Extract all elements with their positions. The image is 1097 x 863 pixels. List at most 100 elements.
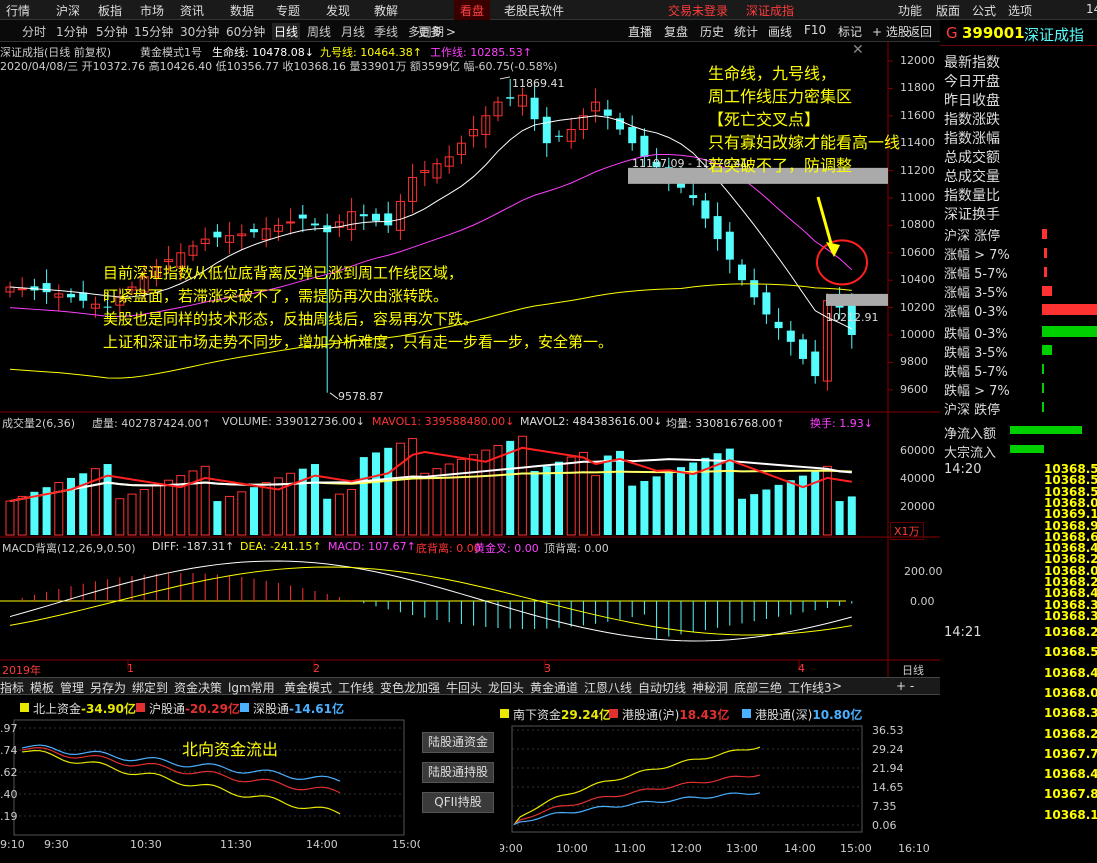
- menu-layout[interactable]: 版面: [936, 2, 960, 19]
- toolbar-mark[interactable]: 标记: [838, 23, 862, 40]
- breadth-bar: [1042, 383, 1044, 393]
- volume-bar-up: [591, 475, 601, 536]
- menu-item[interactable]: 发现: [326, 2, 350, 19]
- candle-body-down: [762, 292, 771, 315]
- func-tab[interactable]: 黄金通道: [530, 679, 578, 696]
- menu-item[interactable]: 行情: [6, 2, 30, 19]
- func-tab[interactable]: 模板: [30, 679, 54, 696]
- menu-item[interactable]: 教解: [374, 2, 398, 19]
- tick-price: 10368.1: [1044, 807, 1097, 822]
- volume-bar-up: [395, 442, 405, 536]
- menu-func[interactable]: 功能: [898, 2, 922, 19]
- time-m1: 1: [127, 662, 134, 675]
- menu-formula[interactable]: 公式: [972, 2, 996, 19]
- time-m3: 3: [544, 662, 551, 675]
- func-tab[interactable]: 底部三绝: [734, 679, 782, 696]
- hk-connect-hold-button[interactable]: 陆股通持股: [422, 762, 494, 783]
- func-tab[interactable]: 工作线: [338, 679, 374, 696]
- func-tab[interactable]: 黄金模式: [284, 679, 332, 696]
- breadth-row: 涨幅 5-7%: [944, 267, 1008, 282]
- menu-item-kanpan[interactable]: 看盘: [454, 0, 491, 20]
- volume-bar-up: [200, 465, 210, 536]
- breadth-bar: [1042, 229, 1047, 239]
- time-period: 日线: [902, 664, 924, 677]
- candle-body-down: [738, 264, 746, 281]
- legend-item: 港股通(沪)18.43亿: [622, 708, 730, 722]
- time-m4: 4: [798, 662, 805, 675]
- breadth-row: 跌幅 5-7%: [944, 365, 1008, 380]
- tick-price: 10367.7: [1044, 746, 1097, 761]
- north-x-tick: 15:00: [392, 838, 420, 851]
- annotation-top: 生命线，九号线， 周工作线压力密集区 【死亡交叉点】 只有寡妇改嫁才能看高一线 …: [708, 64, 901, 175]
- volume-bar-down: [738, 498, 746, 535]
- period-more[interactable]: 更多 >: [418, 23, 456, 40]
- south-y-tick: 14.65: [872, 781, 904, 794]
- func-tab[interactable]: 资金决策: [174, 679, 222, 696]
- south-flow-chart[interactable]: 36.53 29.24 21.94 14.65 7.35 0.06 9:00 10:00 11:…: [500, 722, 940, 863]
- north-flow-chart[interactable]: .97 .74 .62 .40 .19 9:10 9:30 10:30 11:30 14:00 15…: [0, 716, 420, 863]
- func-tab[interactable]: >: [832, 679, 842, 693]
- func-tab[interactable]: 牛回头: [446, 679, 482, 696]
- menu-corner: 14: [1086, 2, 1097, 16]
- volume-bar-down: [652, 476, 661, 535]
- hk-connect-fund-button[interactable]: 陆股通资金: [422, 732, 494, 753]
- toolbar-live[interactable]: 直播: [628, 23, 652, 40]
- vol-axis-40000: 40000: [900, 472, 935, 485]
- vol-axis-20000: 20000: [900, 500, 935, 513]
- high-price-label: 11869.41: [512, 77, 565, 90]
- avg-volume: 均量: 330816768.00↑: [666, 417, 785, 430]
- menu-item[interactable]: 沪深: [56, 2, 80, 19]
- breadth-bar: [1042, 326, 1097, 337]
- toolbar-pick[interactable]: + 选股: [872, 23, 910, 40]
- volume-bar-down: [603, 455, 612, 535]
- toolbar-draw[interactable]: 画线: [768, 23, 792, 40]
- price-tick: 11600: [900, 108, 935, 122]
- mavol1-line: [9, 446, 852, 503]
- toolbar-history[interactable]: 历史: [700, 23, 724, 40]
- stock-header: G 399001 深证成指: [940, 20, 1097, 46]
- menu-item[interactable]: 板指: [98, 2, 122, 19]
- candle-body-up: [17, 288, 27, 291]
- volume-bar-down: [616, 450, 624, 535]
- menu-item[interactable]: 资讯: [180, 2, 204, 19]
- volume-title[interactable]: 成交量2(6,36): [2, 415, 75, 431]
- func-tab[interactable]: 龙回头: [488, 679, 524, 696]
- func-tab[interactable]: 另存为: [90, 679, 126, 696]
- volume-bar-down: [664, 471, 673, 535]
- south-y-tick: 36.53: [872, 724, 904, 737]
- func-tab[interactable]: 工作线3: [788, 679, 832, 696]
- toolbar-stats[interactable]: 统计: [734, 23, 758, 40]
- func-tab[interactable]: 自动切线: [638, 679, 686, 696]
- menu-item[interactable]: 老股民软件: [504, 2, 564, 19]
- south-frame: [511, 725, 863, 833]
- func-tab[interactable]: 指标: [0, 679, 24, 696]
- toolbar-back[interactable]: 返回: [908, 23, 932, 40]
- toolbar-f10[interactable]: F10: [804, 23, 826, 37]
- stock-name: 深证成指: [1024, 26, 1085, 44]
- toolbar-replay[interactable]: 复盘: [664, 23, 688, 40]
- menu-item[interactable]: 市场: [140, 2, 164, 19]
- func-tab[interactable]: 变色龙加强: [380, 679, 440, 696]
- tick-price: 10368.5: [1044, 645, 1097, 660]
- south-x-tick: 14:00: [784, 842, 816, 855]
- macd-title[interactable]: MACD背离(12,26,9,0.50): [2, 540, 136, 556]
- qfii-hold-button[interactable]: QFII持股: [422, 792, 494, 813]
- func-tab[interactable]: 江恩八线: [584, 679, 632, 696]
- status-login[interactable]: 交易未登录: [668, 2, 728, 19]
- func-tab[interactable]: 绑定到: [132, 679, 168, 696]
- menu-options[interactable]: 选项: [1008, 2, 1032, 19]
- volume-bar-down: [359, 457, 368, 535]
- candle-body-up: [286, 221, 296, 224]
- func-tab[interactable]: 神秘洞: [692, 679, 728, 696]
- candle-body-down: [506, 97, 515, 99]
- breadth-bar: [1044, 267, 1047, 277]
- menu-item[interactable]: 专题: [276, 2, 300, 19]
- legend-swatch: [136, 703, 145, 712]
- price-tick: 11400: [900, 136, 935, 150]
- func-plus-minus[interactable]: + -: [896, 679, 914, 693]
- func-tab[interactable]: 管理: [60, 679, 84, 696]
- func-tab[interactable]: lgm常用: [228, 679, 275, 696]
- menu-item[interactable]: 数据: [230, 2, 254, 19]
- north-frame: [13, 719, 405, 836]
- price-tick: 9600: [900, 382, 928, 396]
